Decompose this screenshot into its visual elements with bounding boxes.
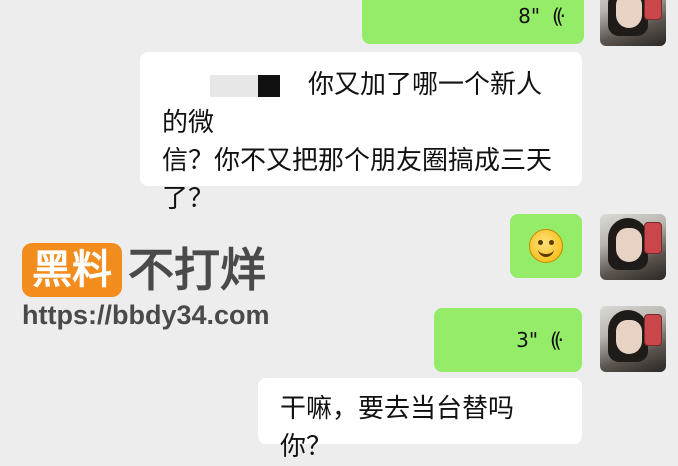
redacted-block [210,74,258,97]
message-line: 了？ [162,184,215,214]
watermark-badge: 黑料 [22,243,122,297]
avatar[interactable] [600,214,666,280]
avatar[interactable] [600,0,666,46]
chat-area[interactable]: 8" ((· 你又加了哪一个新人的微 信？你不又把那个朋友圈搞成三天 了？ 3"… [0,0,678,462]
text-message-bubble[interactable]: 干嘛，要去当台替吗你？ [258,378,582,462]
redacted-block [258,74,280,97]
voice-message-bubble[interactable]: 8" ((· [362,0,584,44]
watermark-text: 不打烊 [128,243,266,297]
voice-wave-icon: ((· [552,4,566,28]
message-line: 你又加了哪一个新人的微 [162,66,564,142]
voice-duration: 3" [516,328,539,352]
watermark-url: https://bbdy34.com [22,300,270,330]
text-message-bubble[interactable]: 你又加了哪一个新人的微 信？你不又把那个朋友圈搞成三天 了？ [140,52,582,214]
voice-message-bubble[interactable]: 3" ((· [434,308,582,372]
message-line: 干嘛，要去当台替吗你？ [280,394,515,462]
watermark: 黑料 不打烊 [22,243,266,297]
smiling-face-icon [529,229,563,263]
voice-duration: 8" [518,4,541,28]
avatar[interactable] [600,306,666,372]
emoji-message-bubble[interactable] [510,214,582,278]
voice-wave-icon: ((· [550,328,564,352]
message-line: 信？你不又把那个朋友圈搞成三天 [162,146,553,176]
